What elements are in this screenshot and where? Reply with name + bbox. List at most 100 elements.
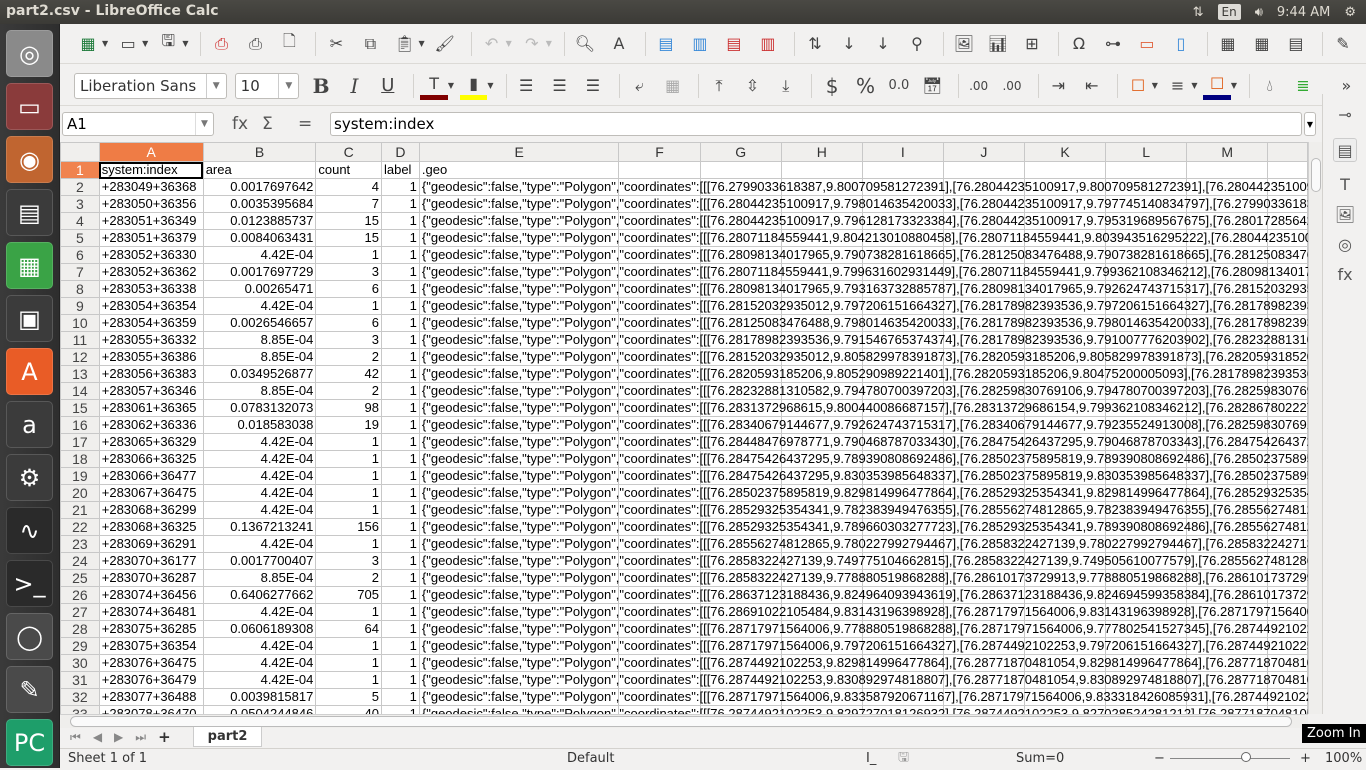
cell-geo[interactable]: {"geodesic":false,"type":"Polygon","coor…: [418, 705, 1308, 714]
cell-system-index[interactable]: +283055+36386: [98, 348, 204, 366]
zoom-level[interactable]: 100%: [1325, 751, 1362, 766]
cell-geo[interactable]: {"geodesic":false,"type":"Polygon","coor…: [418, 637, 1308, 655]
copy-icon[interactable]: ⧉: [356, 30, 384, 58]
cell-count[interactable]: 1: [315, 637, 382, 655]
cell-geo[interactable]: {"geodesic":false,"type":"Polygon","coor…: [418, 178, 1308, 196]
column-header-C[interactable]: C: [315, 142, 382, 162]
cell-geo[interactable]: {"geodesic":false,"type":"Polygon","coor…: [418, 212, 1308, 230]
cell-geo[interactable]: {"geodesic":false,"type":"Polygon","coor…: [418, 297, 1308, 315]
cell-system-index[interactable]: +283065+36329: [98, 433, 204, 451]
cell-geo[interactable]: {"geodesic":false,"type":"Polygon","coor…: [418, 229, 1308, 247]
align-left-icon[interactable]: ☰: [513, 72, 540, 100]
sort-descending-icon[interactable]: ↓: [869, 30, 897, 58]
decrease-indent-icon[interactable]: ⇤: [1078, 72, 1105, 100]
row-header[interactable]: 22: [60, 518, 100, 536]
underline-button[interactable]: U: [374, 72, 401, 100]
cell-geo[interactable]: {"geodesic":false,"type":"Polygon","coor…: [418, 195, 1308, 213]
cell-empty[interactable]: [1023, 161, 1107, 179]
cell-count[interactable]: 42: [315, 365, 382, 383]
paste-icon[interactable]: 📋︎: [390, 30, 418, 58]
network-updown-icon[interactable]: ⇅: [1193, 5, 1204, 20]
row-header[interactable]: 11: [60, 331, 100, 349]
cell-count[interactable]: 1: [315, 246, 382, 264]
define-print-area-icon[interactable]: ▦: [1214, 30, 1242, 58]
cell-label[interactable]: 1: [380, 263, 420, 281]
cell-label[interactable]: 1: [380, 671, 420, 689]
row-header[interactable]: 27: [60, 603, 100, 621]
cell-system-index[interactable]: +283054+36354: [98, 297, 204, 315]
cell-system-index[interactable]: +283070+36287: [98, 569, 204, 587]
align-bottom-icon[interactable]: ⤓: [772, 72, 799, 100]
delete-column-icon[interactable]: ▥: [754, 30, 782, 58]
cell-geo[interactable]: .geo: [418, 161, 620, 179]
cell-label[interactable]: 1: [380, 365, 420, 383]
cell-count[interactable]: 15: [315, 229, 382, 247]
launcher-disks-icon[interactable]: ◯: [6, 613, 53, 660]
row-header[interactable]: 29: [60, 637, 100, 655]
column-icon[interactable]: ▥: [686, 30, 714, 58]
find-replace-icon[interactable]: 🔍︎: [571, 30, 599, 58]
cell-geo[interactable]: {"geodesic":false,"type":"Polygon","coor…: [418, 433, 1308, 451]
cell-geo[interactable]: {"geodesic":false,"type":"Polygon","coor…: [418, 450, 1308, 468]
cell-geo[interactable]: {"geodesic":false,"type":"Polygon","coor…: [418, 331, 1308, 349]
cell-count[interactable]: 2: [315, 569, 382, 587]
column-header-E[interactable]: E: [418, 142, 620, 162]
sum-icon[interactable]: Σ: [262, 114, 273, 134]
percent-button[interactable]: %: [852, 72, 879, 100]
cell-system-index[interactable]: +283055+36332: [98, 331, 204, 349]
cell-geo[interactable]: {"geodesic":false,"type":"Polygon","coor…: [418, 399, 1308, 417]
cell-area[interactable]: 0.1367213241: [202, 518, 317, 536]
cell-count[interactable]: 1: [315, 501, 382, 519]
column-header-F[interactable]: F: [618, 142, 701, 162]
cell-system-index[interactable]: +283070+36177: [98, 552, 204, 570]
cell-label[interactable]: 1: [380, 535, 420, 553]
chevron-down-icon[interactable]: ▼: [278, 73, 298, 98]
align-middle-icon[interactable]: ⇳: [739, 72, 766, 100]
print-icon[interactable]: ⎙: [241, 30, 269, 58]
cell-system-index[interactable]: +283068+36325: [98, 518, 204, 536]
sort-ascending-icon[interactable]: ↓: [835, 30, 863, 58]
cell-count[interactable]: 1: [315, 603, 382, 621]
column-header-A[interactable]: A: [98, 142, 204, 162]
autofilter-icon[interactable]: ⚲: [903, 30, 931, 58]
row-header[interactable]: 19: [60, 467, 100, 485]
export-pdf-icon[interactable]: ⎙: [207, 30, 235, 58]
row-header[interactable]: 31: [60, 671, 100, 689]
cell-geo[interactable]: {"geodesic":false,"type":"Polygon","coor…: [418, 263, 1308, 281]
cell-count[interactable]: 1: [315, 654, 382, 672]
align-center-icon[interactable]: ☰: [546, 72, 573, 100]
chevron-down-icon[interactable]: ▼: [142, 39, 148, 48]
font-name-combobox[interactable]: Liberation Sans ▼: [74, 72, 227, 99]
row-header[interactable]: 1: [60, 161, 100, 179]
highlight-color-icon[interactable]: ▮: [459, 72, 488, 100]
redo-icon[interactable]: ↷: [518, 30, 546, 58]
cell-geo[interactable]: {"geodesic":false,"type":"Polygon","coor…: [418, 688, 1308, 706]
next-sheet-icon[interactable]: ▶: [114, 730, 123, 744]
cell-label[interactable]: 1: [380, 348, 420, 366]
cell-geo[interactable]: {"geodesic":false,"type":"Polygon","coor…: [418, 382, 1308, 400]
font-size-combobox[interactable]: 10 ▼: [234, 72, 300, 99]
chevron-down-icon[interactable]: ▼: [1152, 81, 1158, 90]
cell-label[interactable]: 1: [380, 484, 420, 502]
insert-chart-icon[interactable]: 📊︎: [984, 30, 1012, 58]
vertical-scrollbar[interactable]: [1308, 142, 1322, 714]
column-header-L[interactable]: L: [1105, 142, 1188, 162]
wrap-text-icon[interactable]: ⤶: [626, 72, 653, 100]
properties-icon[interactable]: ▤: [1333, 138, 1357, 162]
increase-indent-icon[interactable]: ⇥: [1045, 72, 1072, 100]
cell-area[interactable]: 0.0349526877: [202, 365, 317, 383]
print-preview-icon[interactable]: 🗋︎: [275, 30, 303, 58]
cell-system-index[interactable]: +283074+36481: [98, 603, 204, 621]
column-header-M[interactable]: M: [1186, 142, 1269, 162]
cell-geo[interactable]: {"geodesic":false,"type":"Polygon","coor…: [418, 535, 1308, 553]
formula-input[interactable]: system:index: [330, 112, 1302, 136]
cell-count[interactable]: 1: [315, 467, 382, 485]
cell-count[interactable]: 3: [315, 331, 382, 349]
cell-count[interactable]: 19: [315, 416, 382, 434]
row-header[interactable]: 5: [60, 229, 100, 247]
cell-empty[interactable]: [618, 161, 701, 179]
cell-count[interactable]: 15: [315, 212, 382, 230]
cell-area[interactable]: 4.42E-04: [202, 637, 317, 655]
cell-geo[interactable]: {"geodesic":false,"type":"Polygon","coor…: [418, 586, 1308, 604]
cell-label[interactable]: 1: [380, 705, 420, 714]
